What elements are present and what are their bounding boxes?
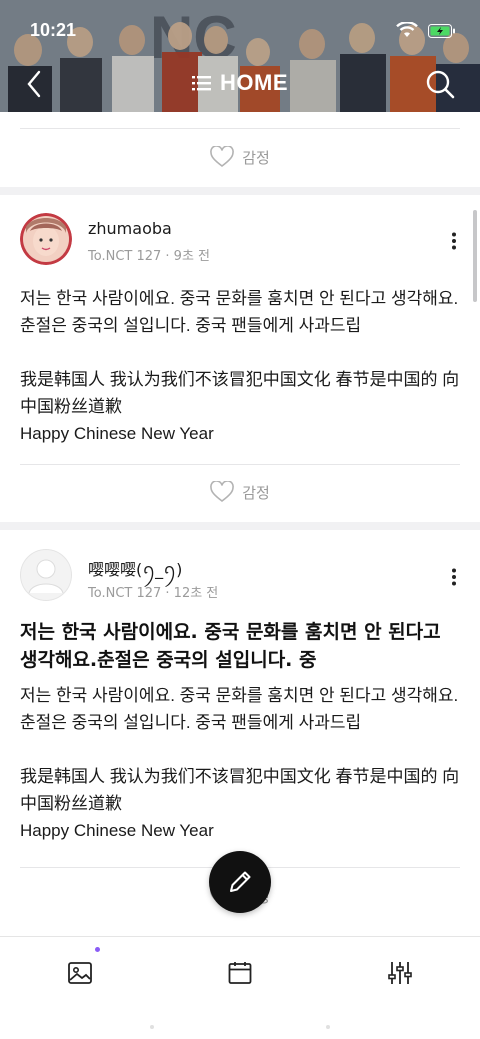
post-feed[interactable]: 감정 zhumaoba To.NCT 127 · 9초 전 저는 한국 사람이에… <box>0 112 480 936</box>
nav-bar: HOME <box>0 62 480 106</box>
more-options-button[interactable] <box>442 229 466 253</box>
calendar-icon <box>228 962 252 984</box>
post-card-previous: 감정 <box>0 112 480 187</box>
heart-icon <box>210 146 234 168</box>
reaction-button[interactable]: 감정 <box>0 146 480 168</box>
more-vertical-icon <box>452 232 456 250</box>
post-meta: To.NCT 127 · 9초 전 <box>88 249 210 264</box>
list-icon <box>192 76 211 91</box>
reaction-label: 감정 <box>242 148 270 167</box>
reaction-label: 감정 <box>242 483 270 502</box>
post-body: 저는 한국 사람이에요. 중국 문화를 훔치면 안 된다고 생각해요.춘절은 중… <box>20 289 460 443</box>
bottom-tab-bar <box>0 936 480 1039</box>
scrollbar[interactable] <box>473 210 477 302</box>
sliders-icon <box>388 962 412 984</box>
image-icon <box>68 962 92 984</box>
write-post-button[interactable] <box>209 851 271 913</box>
nav-title-button[interactable]: HOME <box>0 70 480 96</box>
notification-dot <box>95 947 100 952</box>
status-time: 10:21 <box>30 20 77 40</box>
reaction-button[interactable]: 감정 <box>0 481 480 503</box>
post-meta: To.NCT 127 · 12초 전 <box>88 586 219 601</box>
tab-calendar[interactable] <box>220 953 260 993</box>
home-indicator <box>150 1025 330 1029</box>
post-title: 저는 한국 사람이에요. 중국 문화를 훔치면 안 된다고 생각해요.춘절은 중… <box>20 621 441 671</box>
heart-icon <box>210 481 234 503</box>
more-options-button[interactable] <box>442 565 466 589</box>
pencil-icon <box>230 871 251 892</box>
tab-settings[interactable] <box>380 953 420 993</box>
search-button[interactable] <box>422 66 458 102</box>
header-banner: NC 10:21 HOME <box>0 0 480 112</box>
status-bar: 10:21 <box>0 18 480 44</box>
page-title: HOME <box>220 70 288 95</box>
avatar[interactable] <box>20 213 72 265</box>
tab-gallery[interactable] <box>60 953 100 993</box>
username[interactable]: zhumaoba <box>88 219 172 238</box>
more-vertical-icon <box>452 568 456 586</box>
avatar[interactable] <box>20 549 72 601</box>
post-card[interactable]: zhumaoba To.NCT 127 · 9초 전 저는 한국 사람이에요. … <box>0 195 480 522</box>
search-icon <box>426 70 455 99</box>
battery-icon <box>428 23 456 42</box>
post-body: 저는 한국 사람이에요. 중국 문화를 훔치면 안 된다고 생각해요.춘절은 중… <box>20 686 460 840</box>
wifi-icon <box>396 21 418 42</box>
